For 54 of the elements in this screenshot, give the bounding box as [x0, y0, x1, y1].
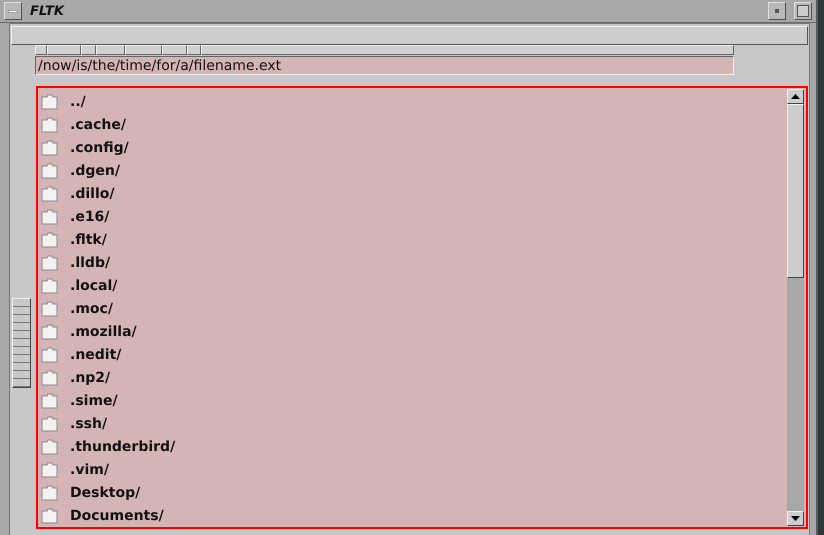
file-name[interactable]: .local/: [70, 278, 118, 294]
file-name[interactable]: .fltk/: [70, 232, 107, 248]
folder-icon: [41, 254, 58, 270]
file-name[interactable]: .ssh/: [70, 416, 108, 432]
file-name[interactable]: .dillo/: [70, 186, 114, 202]
file-name[interactable]: Documents/: [70, 508, 164, 524]
folder-icon: [41, 208, 58, 224]
folder-icon: [41, 346, 58, 362]
slider-thumb[interactable]: [12, 298, 31, 388]
file-name[interactable]: Desktop/: [70, 484, 140, 500]
file-name[interactable]: .thunderbird/: [70, 438, 176, 454]
menu-icon: [8, 10, 18, 12]
file-name[interactable]: .sime/: [70, 392, 118, 408]
file-name[interactable]: .e16/: [70, 208, 110, 224]
folder-icon: [41, 508, 58, 524]
maximize-button[interactable]: [794, 2, 812, 20]
folder-icon: [41, 162, 58, 178]
scrollbar-thumb[interactable]: [787, 104, 804, 278]
file-name[interactable]: .np2/: [70, 370, 110, 386]
maximize-icon: [797, 5, 809, 17]
folder-icon: [41, 462, 58, 478]
path-field[interactable]: /now/is/the/time/for/a/filename.ext: [35, 56, 734, 75]
folder-icon: [41, 438, 58, 454]
folder-icon: [41, 278, 58, 294]
folder-icon: [41, 140, 58, 156]
down-arrow-icon: [791, 516, 800, 521]
window-title: FLTK: [30, 4, 66, 18]
minimize-icon: [775, 9, 779, 13]
folder-icon: [41, 232, 58, 248]
file-name[interactable]: .moc/: [70, 300, 113, 316]
folder-icon: [41, 370, 58, 386]
folder-icon: [41, 116, 58, 132]
file-name[interactable]: ../: [70, 94, 86, 110]
file-name[interactable]: .mozilla/: [70, 324, 137, 340]
file-name[interactable]: .config/: [70, 140, 129, 156]
folder-icon: [41, 300, 58, 316]
folder-icon: [41, 392, 58, 408]
folder-icon: [41, 484, 58, 500]
scroll-up-button[interactable]: [787, 89, 804, 104]
file-name[interactable]: .nedit/: [70, 346, 122, 362]
scrollbar[interactable]: [787, 89, 804, 526]
window-menu-button[interactable]: [4, 2, 22, 20]
minimize-button[interactable]: [768, 2, 786, 20]
scroll-down-button[interactable]: [787, 511, 804, 526]
folder-icon: [41, 186, 58, 202]
folder-icon: [41, 324, 58, 340]
folder-icon: [41, 94, 58, 110]
file-name[interactable]: .lldb/: [70, 254, 110, 270]
up-arrow-icon: [791, 94, 800, 99]
toolbar-button[interactable]: [11, 26, 808, 45]
file-name[interactable]: .cache/: [70, 116, 126, 132]
file-name[interactable]: .dgen/: [70, 162, 120, 178]
folder-icon: [41, 416, 58, 432]
file-name[interactable]: .vim/: [70, 462, 109, 478]
